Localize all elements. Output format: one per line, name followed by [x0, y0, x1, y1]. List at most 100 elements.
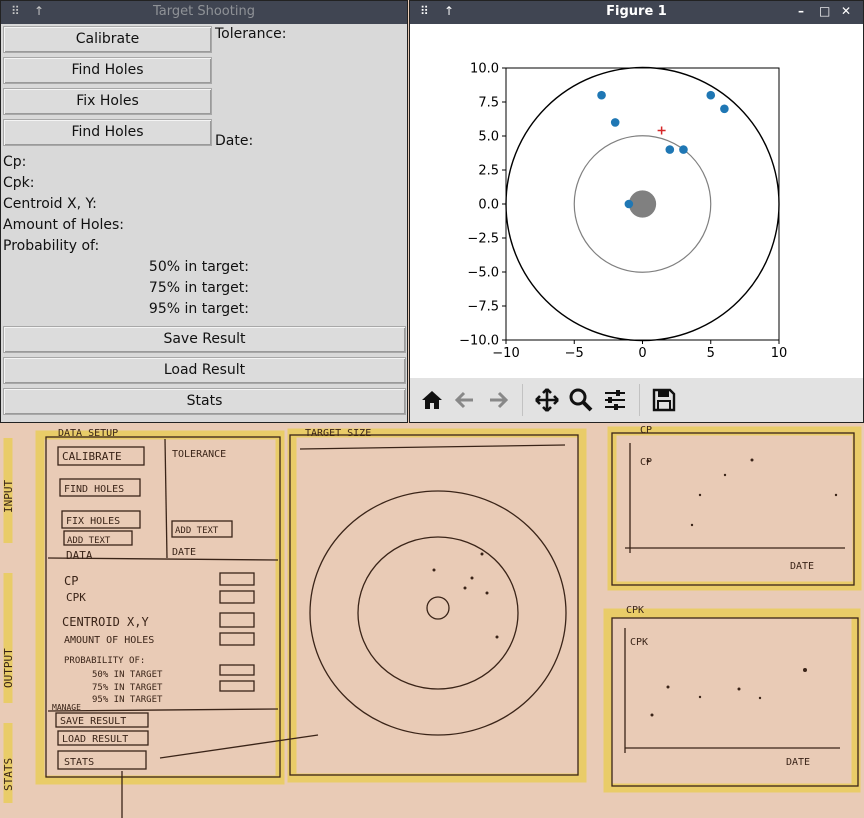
figure-window: ⠿ ↑ Figure 1 – □ ✕ −10 −5 0 5 10 10.0 7.5 5.0 2.… — [409, 0, 864, 423]
sketch-btn-save: SAVE RESULT — [60, 716, 126, 727]
sketch-target-panel — [289, 434, 579, 776]
sketch-data: DATA — [66, 549, 93, 562]
fix-holes-button[interactable]: Fix Holes — [3, 88, 212, 115]
p75-label: 75% in target: — [148, 280, 249, 296]
home-icon[interactable] — [419, 387, 445, 413]
pan-icon[interactable] — [534, 387, 560, 413]
y-tick-label: 7.5 — [478, 96, 499, 111]
sketch-cpk-box — [219, 590, 255, 604]
calibrate-button[interactable]: Calibrate — [3, 26, 212, 53]
p95-label: 95% in target: — [148, 301, 249, 317]
y-tick-label: −7.5 — [467, 300, 499, 315]
sketch-target-outer — [309, 490, 567, 736]
forward-icon[interactable] — [485, 387, 511, 413]
hole-point — [706, 90, 716, 100]
p50-label: 50% in target: — [148, 259, 249, 275]
y-tick-label: 5.0 — [478, 130, 499, 145]
x-tick-label: −5 — [565, 346, 584, 361]
maximize-icon[interactable]: □ — [819, 4, 830, 18]
sketch-cp-ylabel: CP — [640, 457, 652, 468]
sketch-p75: 75% IN TARGET — [92, 683, 163, 693]
target-plot[interactable]: −10 −5 0 5 1010.07.55.02.50.0−2.5−5.0−7.5−10… — [410, 24, 863, 378]
zoom-icon[interactable] — [568, 387, 594, 413]
date-label: Date: — [215, 133, 254, 149]
save-result-button[interactable]: Save Result — [3, 326, 406, 353]
sketch-header-setup: DATA SETUP — [58, 428, 118, 439]
centroid-label: Centroid X, Y: — [3, 196, 97, 212]
right-titlebar: ⠿ ↑ Figure 1 – □ ✕ — [410, 1, 863, 24]
tolerance-label: Tolerance: — [215, 26, 287, 42]
y-tick-label: 0.0 — [478, 198, 499, 213]
sketch-tolerance: TOLERANCE — [172, 449, 226, 460]
sketch-cp-date: DATE — [790, 561, 814, 572]
sketch-target-mid — [357, 536, 519, 690]
sketch-btn-calibrate: CALIBRATE — [62, 450, 122, 463]
sketch-cp: CP — [64, 574, 78, 588]
toolbar-separator — [522, 384, 523, 416]
sketch-divider — [164, 438, 168, 559]
sketch-centroid-box — [219, 612, 255, 628]
minimize-icon[interactable]: – — [798, 4, 804, 18]
sketch-btn-addtext: ADD TEXT — [67, 536, 111, 546]
sketch-side-input: INPUT — [2, 480, 15, 513]
stats-button[interactable]: Stats — [3, 388, 406, 415]
sketch-header-target: TARGET SIZE — [305, 428, 371, 439]
sketch-side-stats: STATS — [2, 758, 15, 791]
find-holes-button-2[interactable]: Find Holes — [3, 119, 212, 146]
x-tick-label: 5 — [707, 346, 715, 361]
sketch-divider — [47, 708, 279, 712]
sketch-amount-box — [219, 632, 255, 646]
hole-point — [679, 145, 688, 154]
sketch-size-line — [299, 444, 566, 450]
sketch-side-output: OUTPUT — [2, 648, 15, 688]
sketch-probability: PROBABILITY OF: — [64, 656, 145, 666]
cp-label: Cp: — [3, 154, 27, 170]
figure-title: Figure 1 — [606, 4, 667, 19]
sketch-cpk-date: DATE — [786, 757, 810, 768]
sketch-cp-panel — [611, 432, 855, 586]
sketch-cpk-panel — [611, 617, 859, 787]
y-tick-label: −5.0 — [467, 266, 499, 281]
cpk-label: Cpk: — [3, 175, 35, 191]
centroid-marker — [657, 126, 666, 135]
close-icon[interactable]: ✕ — [841, 4, 851, 18]
sketch-btn-addtext-2: ADD TEXT — [175, 526, 219, 536]
sketch-amount: AMOUNT OF HOLES — [64, 635, 154, 646]
sketch-cpk: CPK — [66, 591, 86, 604]
window-title: Target Shooting — [153, 4, 255, 19]
sketch-p75-box — [219, 680, 255, 692]
x-tick-label: 0 — [638, 346, 646, 361]
sketch-header-cpk: CPK — [626, 605, 644, 616]
y-tick-label: −10.0 — [459, 334, 499, 349]
save-icon[interactable] — [651, 387, 677, 413]
probability-label: Probability of: — [3, 238, 100, 254]
target-shooting-window: ⠿ ↑ Target Shooting Calibrate Find Holes… — [0, 0, 408, 423]
ui-sketch: INPUT OUTPUT STATS DATA SETUP TARGET SIZ… — [2, 425, 862, 818]
x-tick-label: 10 — [771, 346, 788, 361]
sketch-btn-fixholes: FIX HOLES — [66, 516, 120, 527]
y-tick-label: 10.0 — [470, 62, 499, 77]
sketch-btn-stats: STATS — [64, 757, 94, 768]
sketch-header-cp: CP — [640, 425, 652, 436]
sketch-btn-load: LOAD RESULT — [62, 734, 128, 745]
hole-point — [624, 199, 634, 209]
sketch-p95: 95% IN TARGET — [92, 695, 163, 705]
plot-toolbar — [410, 378, 863, 422]
hole-point — [720, 104, 729, 114]
y-tick-label: 2.5 — [478, 164, 499, 179]
sketch-manage: MANAGE — [52, 703, 81, 712]
sketch-bullseye — [426, 596, 450, 620]
sketch-centroid: CENTROID X,Y — [62, 615, 149, 629]
configure-icon[interactable] — [602, 387, 628, 413]
sketch-btn-findholes: FIND HOLES — [64, 484, 124, 495]
y-tick-label: −2.5 — [467, 232, 499, 247]
amount-of-holes-label: Amount of Holes: — [3, 217, 125, 233]
find-holes-button[interactable]: Find Holes — [3, 57, 212, 84]
sketch-cpk-ylabel: CPK — [630, 637, 648, 648]
load-result-button[interactable]: Load Result — [3, 357, 406, 384]
sketch-p50-box — [219, 664, 255, 676]
left-titlebar: ⠿ ↑ Target Shooting — [1, 1, 407, 24]
hole-point — [665, 145, 675, 154]
back-icon[interactable] — [452, 387, 478, 413]
sketch-p50: 50% IN TARGET — [92, 670, 163, 680]
